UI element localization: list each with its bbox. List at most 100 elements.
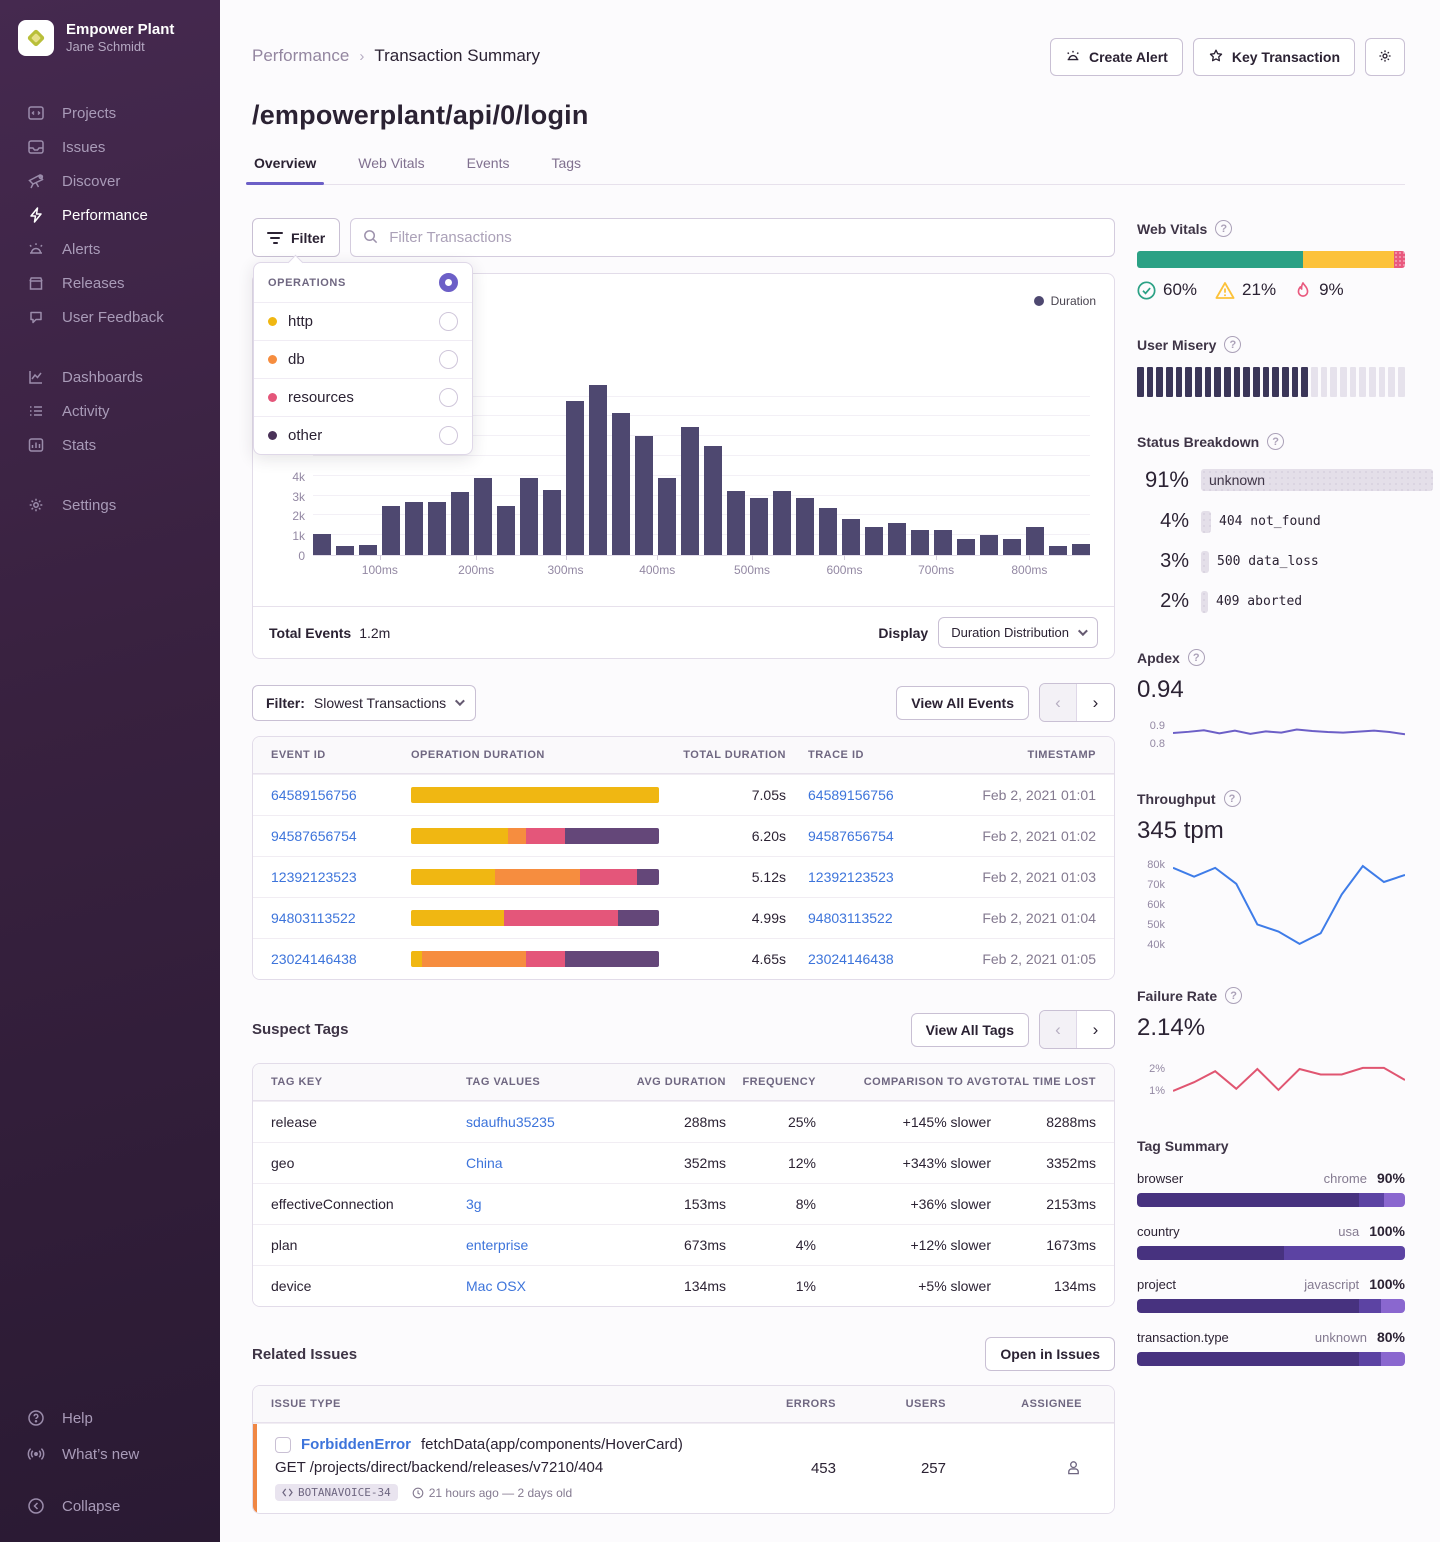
- sidebar-item-label: Issues: [62, 139, 105, 156]
- breadcrumb-performance[interactable]: Performance: [252, 46, 349, 66]
- histogram-bar: [566, 401, 584, 555]
- sidebar-item-collapse[interactable]: Collapse: [0, 1488, 220, 1524]
- tag-summary-row: projectjavascript100%: [1137, 1276, 1405, 1313]
- histogram-bar: [911, 530, 929, 555]
- radio-icon[interactable]: [439, 388, 458, 407]
- filter-button[interactable]: Filter: [252, 218, 340, 257]
- activity-icon: [26, 401, 46, 421]
- tab-overview[interactable]: Overview: [252, 155, 318, 184]
- trace-id-link[interactable]: 12392123523: [786, 869, 946, 885]
- sidebar-item-stats[interactable]: Stats: [0, 428, 220, 462]
- create-alert-button[interactable]: Create Alert: [1050, 38, 1183, 76]
- histogram-bar: [704, 446, 722, 555]
- sidebar-item-label: Dashboards: [62, 369, 143, 386]
- tag-value-link[interactable]: 3g: [466, 1196, 616, 1212]
- event-row: 94587656754 6.20s 94587656754 Feb 2, 202…: [253, 815, 1114, 856]
- sidebar-item-projects[interactable]: Projects: [0, 96, 220, 130]
- tag-value-link[interactable]: enterprise: [466, 1237, 616, 1253]
- help-icon[interactable]: ?: [1224, 336, 1241, 353]
- help-icon[interactable]: ?: [1224, 790, 1241, 807]
- open-in-issues-button[interactable]: Open in Issues: [985, 1337, 1115, 1371]
- help-icon[interactable]: ?: [1188, 649, 1205, 666]
- stats-icon: [26, 435, 46, 455]
- histogram-bar: [405, 502, 423, 555]
- status-row: 3%500 data_loss: [1137, 550, 1405, 573]
- operations-header[interactable]: OPERATIONS: [254, 263, 472, 302]
- radio-icon[interactable]: [439, 426, 458, 445]
- event-id-link[interactable]: 94803113522: [271, 910, 411, 926]
- help-icon: [26, 1408, 46, 1428]
- operation-option-resources[interactable]: resources: [254, 378, 472, 416]
- sidebar-item-user-feedback[interactable]: User Feedback: [0, 300, 220, 334]
- legend-dot-icon: [1034, 296, 1044, 306]
- sidebar-item-whats-new[interactable]: What’s new: [0, 1436, 220, 1472]
- issue-type-link[interactable]: ForbiddenError: [301, 1436, 411, 1453]
- radio-icon[interactable]: [439, 312, 458, 331]
- prev-page-button[interactable]: ‹: [1040, 1011, 1077, 1048]
- help-icon[interactable]: ?: [1225, 987, 1242, 1004]
- sidebar-item-help[interactable]: Help: [0, 1400, 220, 1436]
- sidebar-item-discover[interactable]: Discover: [0, 164, 220, 198]
- help-icon[interactable]: ?: [1215, 220, 1232, 237]
- sidebar-item-alerts[interactable]: Alerts: [0, 232, 220, 266]
- issue-checkbox[interactable]: [275, 1437, 291, 1453]
- next-page-button[interactable]: ›: [1077, 684, 1114, 721]
- histogram-bar: [543, 490, 561, 555]
- sidebar-item-releases[interactable]: Releases: [0, 266, 220, 300]
- next-page-button[interactable]: ›: [1077, 1011, 1114, 1048]
- failure-rate-block: Failure Rate? 2.14% 2%1%: [1137, 987, 1405, 1102]
- sidebar-item-activity[interactable]: Activity: [0, 394, 220, 428]
- display-select[interactable]: Duration Distribution: [938, 617, 1098, 648]
- view-all-tags-button[interactable]: View All Tags: [911, 1013, 1029, 1047]
- tab-tags[interactable]: Tags: [549, 155, 583, 184]
- sidebar-item-performance[interactable]: Performance: [0, 198, 220, 232]
- sidebar-nav: Projects Issues Discover Performance Ale…: [0, 96, 220, 522]
- event-id-link[interactable]: 64589156756: [271, 787, 411, 803]
- y-axis-label: 4k: [269, 470, 305, 484]
- main-content: Performance › Transaction Summary Create…: [220, 0, 1440, 1542]
- events-filter-select[interactable]: Filter: Slowest Transactions: [252, 685, 476, 721]
- sidebar-item-label: Collapse: [62, 1498, 120, 1515]
- key-transaction-button[interactable]: Key Transaction: [1193, 38, 1355, 76]
- event-id-link[interactable]: 12392123523: [271, 869, 411, 885]
- suspect-tag-row: plan enterprise 673ms 4% +12% slower 167…: [253, 1224, 1114, 1265]
- events-table: EVENT ID OPERATION DURATION TOTAL DURATI…: [252, 736, 1115, 980]
- org-logo-icon: [18, 20, 54, 56]
- settings-gear-button[interactable]: [1365, 38, 1405, 76]
- help-icon[interactable]: ?: [1267, 433, 1284, 450]
- apdex-title: Apdex: [1137, 650, 1180, 666]
- prev-page-button[interactable]: ‹: [1040, 684, 1077, 721]
- org-name: Empower Plant: [66, 21, 174, 40]
- event-id-link[interactable]: 94587656754: [271, 828, 411, 844]
- other-duration-segment: [637, 869, 659, 885]
- operation-option-http[interactable]: http: [254, 302, 472, 340]
- org-switcher[interactable]: Empower Plant Jane Schmidt: [0, 20, 220, 56]
- radio-icon[interactable]: [439, 350, 458, 369]
- tag-value-link[interactable]: Mac OSX: [466, 1278, 616, 1294]
- search-input[interactable]: [350, 218, 1115, 257]
- operation-option-db[interactable]: db: [254, 340, 472, 378]
- view-all-events-button[interactable]: View All Events: [896, 686, 1029, 720]
- operation-duration-bar: [411, 910, 659, 926]
- tag-value-link[interactable]: China: [466, 1155, 616, 1171]
- event-row: 23024146438 4.65s 23024146438 Feb 2, 202…: [253, 938, 1114, 979]
- tag-summary-row: transaction.typeunknown80%: [1137, 1329, 1405, 1366]
- assignee-button[interactable]: [946, 1459, 1096, 1479]
- sidebar-item-settings[interactable]: Settings: [0, 488, 220, 522]
- sidebar-item-issues[interactable]: Issues: [0, 130, 220, 164]
- trace-id-link[interactable]: 94803113522: [786, 910, 946, 926]
- trace-id-link[interactable]: 23024146438: [786, 951, 946, 967]
- tab-events[interactable]: Events: [465, 155, 512, 184]
- event-id-link[interactable]: 23024146438: [271, 951, 411, 967]
- operation-option-other[interactable]: other: [254, 416, 472, 454]
- trace-id-link[interactable]: 64589156756: [786, 787, 946, 803]
- y-axis-label: 0: [269, 549, 305, 563]
- tab-web-vitals[interactable]: Web Vitals: [356, 155, 426, 184]
- sidebar-item-dashboards[interactable]: Dashboards: [0, 360, 220, 394]
- tab-bar: Overview Web Vitals Events Tags: [252, 155, 1405, 185]
- histogram-bar: [520, 478, 538, 555]
- trace-id-link[interactable]: 94587656754: [786, 828, 946, 844]
- chevron-down-icon: [1078, 626, 1088, 636]
- radio-selected-icon[interactable]: [439, 273, 458, 292]
- tag-value-link[interactable]: sdaufhu35235: [466, 1114, 616, 1130]
